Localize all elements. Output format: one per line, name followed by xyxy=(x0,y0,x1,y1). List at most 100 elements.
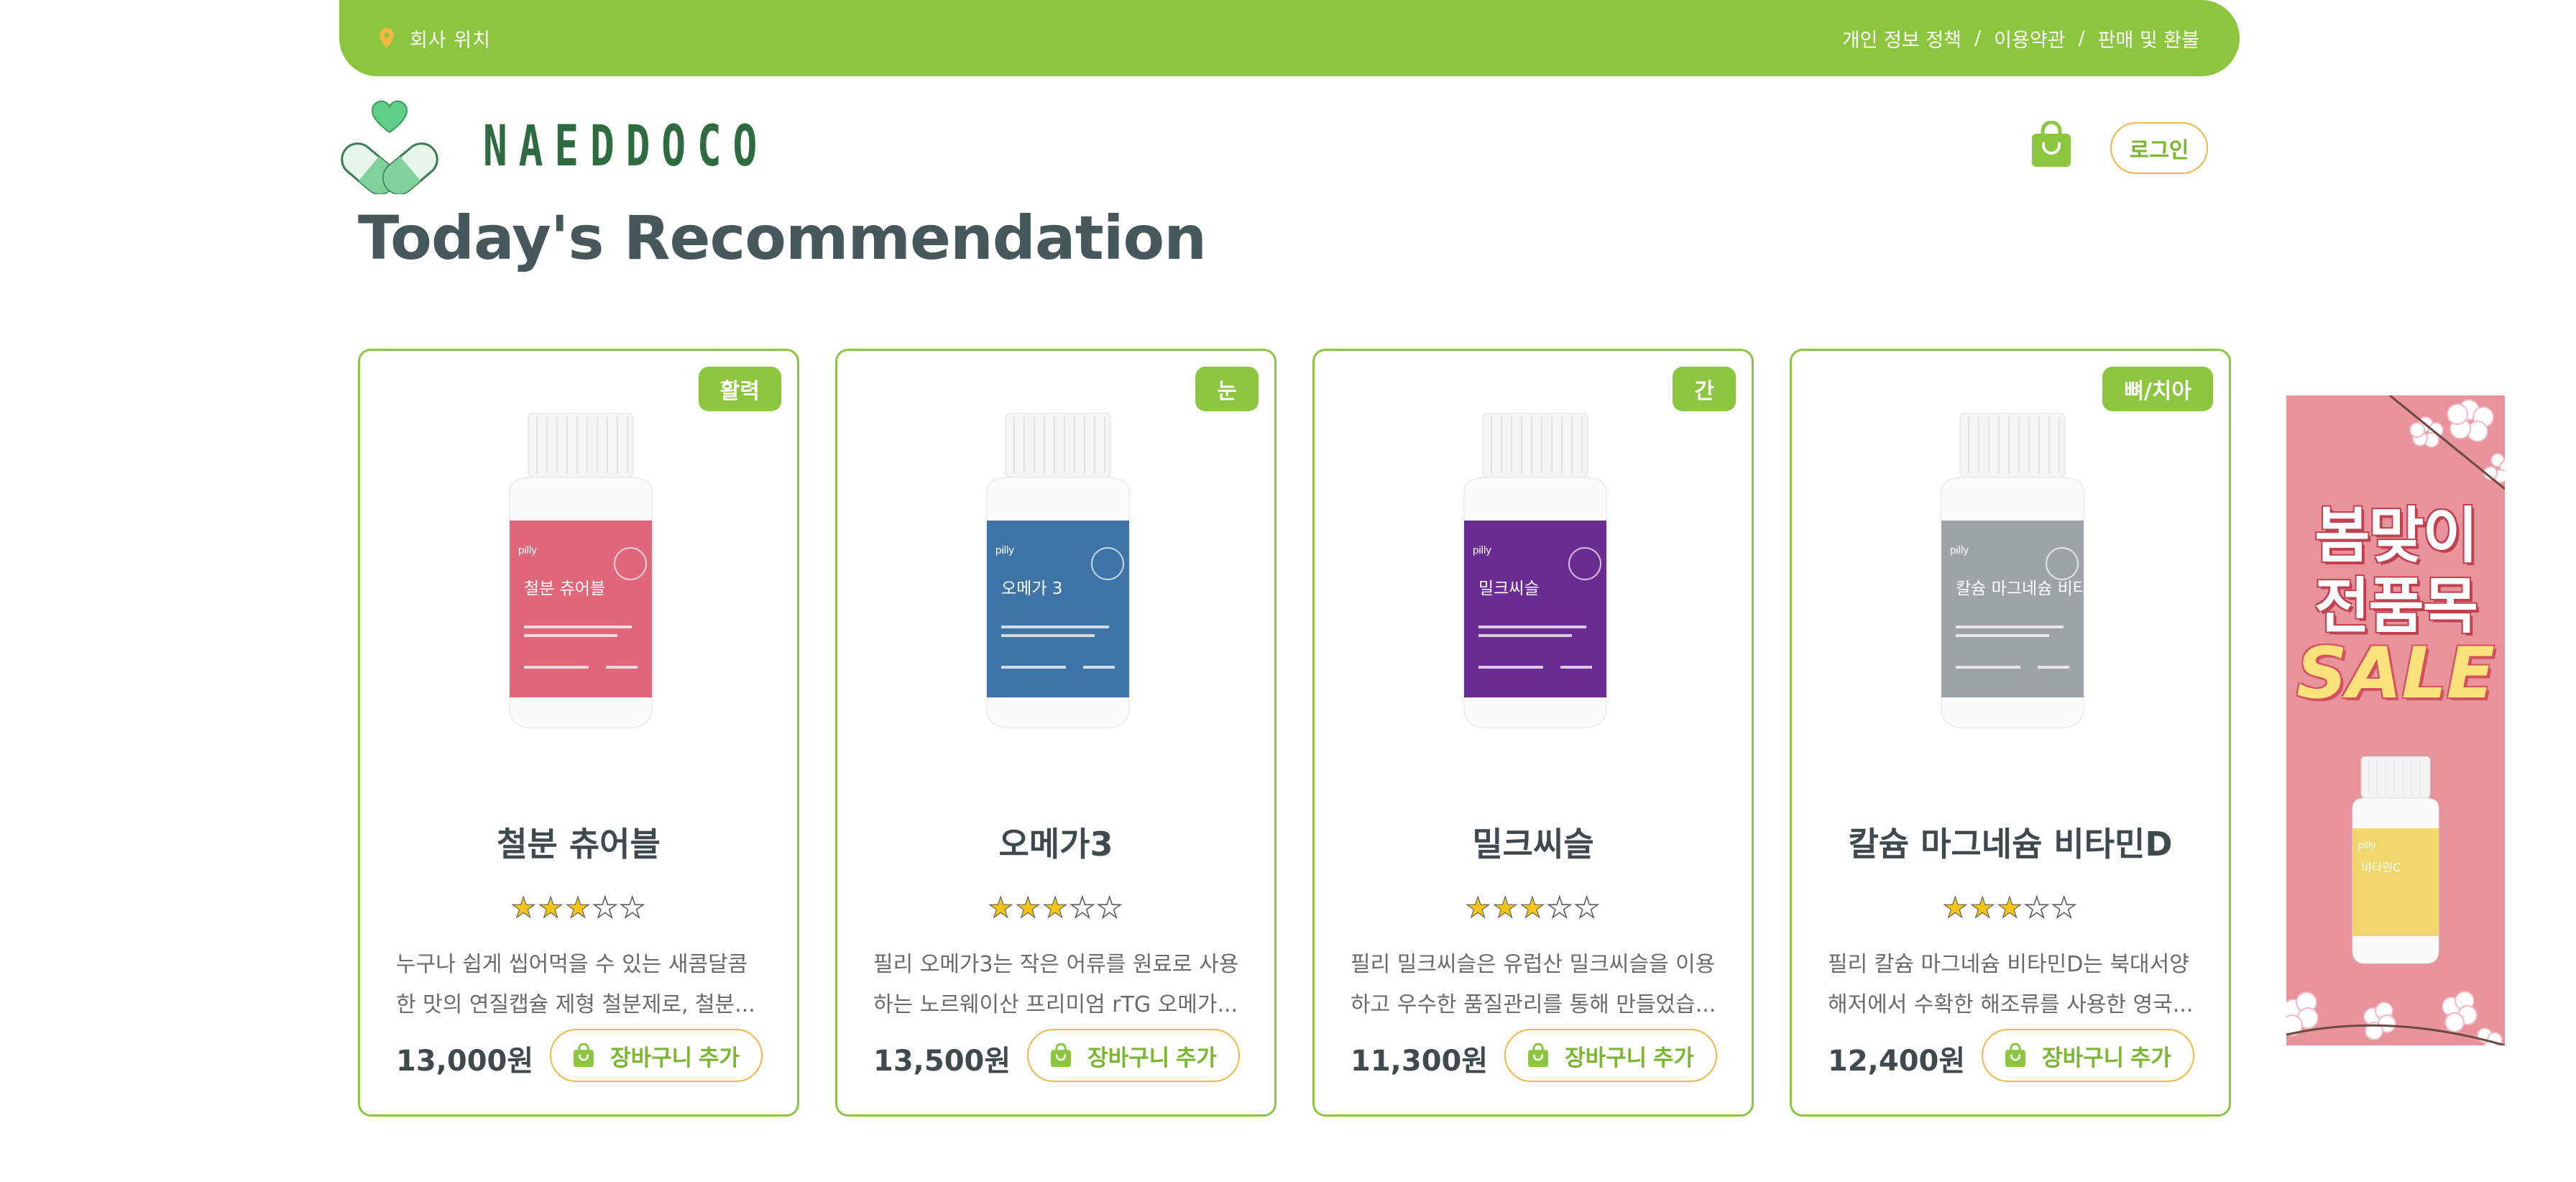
terms-link[interactable]: 이용약관 xyxy=(1994,24,2065,52)
product-price: 13,500원 xyxy=(873,1045,1011,1078)
description-line: 누구나 쉽게 씹어먹을 수 있는 새콤달콤 xyxy=(396,952,748,977)
star-icon: ★ xyxy=(1492,892,1520,925)
star-icon: ★ xyxy=(1546,891,1574,925)
star-icon: ★ xyxy=(510,892,538,925)
add-to-cart-button[interactable]: 장바구니 추가 xyxy=(1027,1029,1240,1082)
svg-text:pilly: pilly xyxy=(2358,839,2375,851)
star-icon: ★ xyxy=(1969,892,1997,925)
product-description: 필리 밀크씨슬은 유럽산 밀크씨슬을 이용 하고 우수한 품질관리를 통해 만들… xyxy=(1351,945,1720,1025)
star-icon: ★ xyxy=(1519,892,1547,925)
product-name[interactable]: 철분 츄어블 xyxy=(360,818,797,866)
company-location-label: 회사 위치 xyxy=(410,29,491,52)
bottle-brand: pilly xyxy=(518,544,537,556)
login-button[interactable]: 로그인 xyxy=(2110,122,2208,174)
star-icon: ★ xyxy=(2023,891,2051,925)
category-badge[interactable]: 활력 xyxy=(698,367,781,411)
star-icon: ★ xyxy=(565,892,592,925)
description-line: 필리 밀크씨슬은 유럽산 밀크씨슬을 이용 xyxy=(1351,952,1716,977)
page-title: Today's Recommendation xyxy=(358,203,1207,273)
sale-line-sale: SALE xyxy=(2296,633,2495,715)
add-to-cart-button[interactable]: 장바구니 추가 xyxy=(1504,1029,1717,1082)
star-icon: ★ xyxy=(592,891,620,925)
product-card[interactable]: 눈 pilly 오메가 3 오메가3 ★★★★★ 필리 오메가3는 작은 어류를… xyxy=(835,349,1276,1117)
star-rating: ★★★★★ xyxy=(360,891,797,925)
star-icon: ★ xyxy=(1573,891,1601,925)
cherry-blossom-icon xyxy=(2389,395,2505,490)
product-name[interactable]: 밀크씨슬 xyxy=(1315,818,1752,866)
star-icon: ★ xyxy=(619,891,647,925)
category-badge[interactable]: 뼈/치아 xyxy=(2102,367,2213,411)
add-to-cart-button[interactable]: 장바구니 추가 xyxy=(1982,1029,2194,1082)
star-icon: ★ xyxy=(1465,892,1493,925)
add-to-cart-label: 장바구니 추가 xyxy=(2042,1045,2171,1071)
top-bar: 회사 위치 개인 정보 정책 / 이용약관 / 판매 및 환불 xyxy=(339,0,2240,76)
star-icon: ★ xyxy=(538,892,566,925)
star-icon: ★ xyxy=(1015,892,1043,925)
bottle-brand: pilly xyxy=(1950,544,1969,556)
sale-bottle-image: pilly 비타민C xyxy=(2352,756,2439,964)
star-rating: ★★★★★ xyxy=(1315,891,1752,925)
product-name[interactable]: 칼슘 마그네슘 비타민D xyxy=(1792,818,2229,866)
bottle-label: 철분 츄어블 xyxy=(524,579,605,598)
star-icon: ★ xyxy=(1096,891,1124,925)
description-line: 하는 노르웨이산 프리미엄 rTG 오메가... xyxy=(873,992,1238,1017)
shopping-bag-icon xyxy=(2005,1043,2026,1067)
product-description: 필리 오메가3는 작은 어류를 원료로 사용 하는 노르웨이산 프리미엄 rTG… xyxy=(873,945,1243,1025)
shopping-bag-icon xyxy=(2032,120,2071,167)
logo-text: NAEDDOCO xyxy=(483,114,769,179)
sale-banner[interactable]: 봄맞이 전품목 SALE pilly 비타민C xyxy=(2286,395,2505,1045)
privacy-policy-link[interactable]: 개인 정보 정책 xyxy=(1842,24,1961,52)
add-to-cart-button[interactable]: 장바구니 추가 xyxy=(550,1029,763,1082)
star-icon: ★ xyxy=(1069,891,1097,925)
product-bottle-image: pilly 칼슘 마그네슘 비타민 D xyxy=(1941,413,2102,728)
bottle-label: 오메가 3 xyxy=(1001,579,1062,598)
sale-line-all-items: 전품목 xyxy=(2314,571,2478,641)
product-name[interactable]: 오메가3 xyxy=(837,818,1274,866)
company-location[interactable]: 회사 위치 xyxy=(380,24,491,52)
star-rating: ★★★★★ xyxy=(837,891,1274,925)
link-separator: / xyxy=(1974,27,1982,50)
star-icon: ★ xyxy=(1042,892,1070,925)
site-logo[interactable]: NAEDDOCO xyxy=(338,99,880,194)
product-bottle-image: pilly 밀크씨슬 xyxy=(1463,413,1607,728)
category-badge[interactable]: 눈 xyxy=(1195,367,1259,411)
description-line: 필리 오메가3는 작은 어류를 원료로 사용 xyxy=(873,952,1239,977)
link-separator: / xyxy=(2078,27,2085,50)
bottle-brand: pilly xyxy=(1473,544,1491,556)
bottle-brand: pilly xyxy=(995,544,1014,556)
bottle-label: 밀크씨슬 xyxy=(1478,579,1540,598)
product-card[interactable]: 활력 pilly 철분 츄어블 철분 츄어블 ★★★★★ 누구나 쉽게 씹어먹을… xyxy=(358,349,799,1117)
star-rating: ★★★★★ xyxy=(1792,891,2229,925)
description-line: 하고 우수한 품질관리를 통해 만들었습... xyxy=(1351,992,1716,1017)
product-description: 필리 칼슘 마그네슘 비타민D는 북대서양 해저에서 수확한 해조류를 사용한 … xyxy=(1828,945,2197,1025)
product-price: 13,000원 xyxy=(396,1045,534,1078)
description-line: 한 맛의 연질캡슐 제형 철분제로, 철분... xyxy=(396,992,755,1017)
product-card[interactable]: 뼈/치아 pilly 칼슘 마그네슘 비타민 D 칼슘 마그네슘 비타민D ★★… xyxy=(1790,349,2231,1117)
product-bottle-image: pilly 오메가 3 xyxy=(986,413,1130,728)
add-to-cart-label: 장바구니 추가 xyxy=(1565,1045,1694,1071)
star-icon: ★ xyxy=(2051,891,2079,925)
svg-text:비타민C: 비타민C xyxy=(2361,861,2401,874)
product-price: 12,400원 xyxy=(1828,1045,1966,1078)
star-icon: ★ xyxy=(1942,892,1970,925)
cart-button[interactable] xyxy=(2030,120,2072,171)
map-pin-icon xyxy=(380,28,394,48)
description-line: 필리 칼슘 마그네슘 비타민D는 북대서양 xyxy=(1828,952,2189,977)
shopping-bag-icon xyxy=(574,1043,594,1067)
bottle-label: 칼슘 마그네슘 비타민 D xyxy=(1956,579,2102,598)
star-icon: ★ xyxy=(988,892,1016,925)
product-price: 11,300원 xyxy=(1351,1045,1489,1078)
policy-links: 개인 정보 정책 / 이용약관 / 판매 및 환불 xyxy=(1842,24,2199,52)
heart-pill-logo-icon xyxy=(341,100,438,194)
add-to-cart-label: 장바구니 추가 xyxy=(1087,1045,1217,1071)
star-icon: ★ xyxy=(1997,892,2024,925)
product-card[interactable]: 간 pilly 밀크씨슬 밀크씨슬 ★★★★★ 필리 밀크씨슬은 유럽산 밀크씨… xyxy=(1312,349,1754,1117)
add-to-cart-label: 장바구니 추가 xyxy=(610,1045,740,1071)
shopping-bag-icon xyxy=(1528,1043,1549,1067)
cherry-blossom-icon xyxy=(2286,991,2505,1045)
description-line: 해저에서 수확한 해조류를 사용한 영국... xyxy=(1828,992,2194,1017)
refund-policy-link[interactable]: 판매 및 환불 xyxy=(2098,24,2199,52)
product-description: 누구나 쉽게 씹어먹을 수 있는 새콤달콤 한 맛의 연질캡슐 제형 철분제로,… xyxy=(396,945,765,1025)
category-badge[interactable]: 간 xyxy=(1673,367,1736,411)
product-bottle-image: pilly 철분 츄어블 xyxy=(509,413,653,728)
